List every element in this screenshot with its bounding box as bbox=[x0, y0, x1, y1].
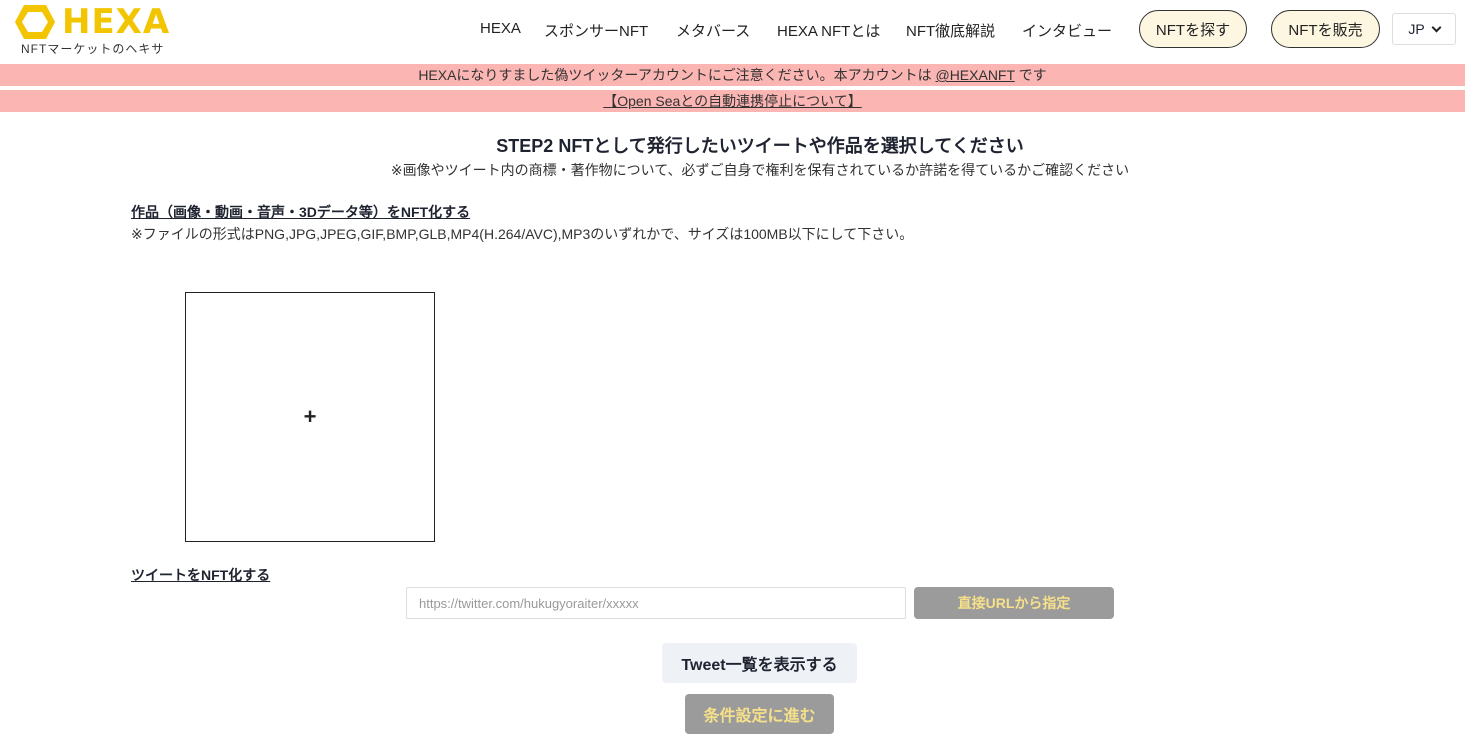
chevron-down-icon bbox=[1431, 22, 1442, 32]
official-account-link[interactable]: @HEXANFT bbox=[935, 67, 1014, 83]
fake-account-notice: HEXAになりすました偽ツイッターアカウントにご注意ください。本アカウントは @… bbox=[0, 64, 1465, 86]
hexagon-icon bbox=[15, 5, 55, 39]
artwork-section-title: 作品（画像・動画・音声・3Dデータ等）をNFT化する bbox=[131, 204, 471, 220]
file-upload-dropzone[interactable]: + bbox=[185, 292, 435, 542]
artwork-format-note: ※ファイルの形式はPNG,JPG,JPEG,GIF,BMP,GLB,MP4(H.… bbox=[131, 226, 914, 242]
nav-item-about-hexa-nft[interactable]: HEXA NFTとは bbox=[777, 20, 880, 41]
tweet-section-title: ツイートをNFT化する bbox=[131, 567, 271, 583]
nav-item-nft-guide[interactable]: NFT徹底解説 bbox=[906, 20, 995, 41]
site-header: HEXA NFTマーケットのヘキサ HEXA スポンサーNFT メタバース HE… bbox=[0, 0, 1465, 62]
notice-suffix: です bbox=[1014, 67, 1047, 83]
tweet-url-input[interactable] bbox=[406, 587, 906, 619]
opensea-notice: 【Open Seaとの自動連携停止について】 bbox=[0, 90, 1465, 112]
find-nft-button[interactable]: NFTを探す bbox=[1139, 10, 1247, 48]
sell-nft-button[interactable]: NFTを販売 bbox=[1271, 10, 1380, 48]
nav-item-hexa[interactable]: HEXA bbox=[480, 20, 521, 37]
nav-item-sponsor-nft[interactable]: スポンサーNFT bbox=[544, 20, 648, 41]
notice-text: HEXAになりすました偽ツイッターアカウントにご注意ください。本アカウントは bbox=[418, 67, 936, 83]
nav-item-metaverse[interactable]: メタバース bbox=[676, 20, 750, 41]
direct-url-button[interactable]: 直接URLから指定 bbox=[914, 587, 1114, 619]
proceed-to-conditions-button[interactable]: 条件設定に進む bbox=[685, 694, 834, 734]
step-title: STEP2 NFTとして発行したいツイートや作品を選択してください bbox=[496, 136, 1024, 156]
logo-text: HEXA bbox=[62, 2, 171, 42]
plus-icon: + bbox=[303, 404, 317, 429]
language-select[interactable]: JP bbox=[1392, 13, 1456, 45]
show-tweet-list-button[interactable]: Tweet一覧を表示する bbox=[662, 643, 857, 683]
step-subtitle: ※画像やツイート内の商標・著作物について、必ずご自身で権利を保有されているか許諾… bbox=[390, 162, 1130, 178]
logo-tagline: NFTマーケットのヘキサ bbox=[21, 42, 165, 56]
hexa-logo[interactable]: HEXA NFTマーケットのヘキサ bbox=[14, 2, 174, 58]
language-value: JP bbox=[1408, 21, 1425, 37]
nav-item-interview[interactable]: インタビュー bbox=[1022, 20, 1112, 41]
opensea-notice-link[interactable]: 【Open Seaとの自動連携停止について】 bbox=[603, 93, 862, 109]
